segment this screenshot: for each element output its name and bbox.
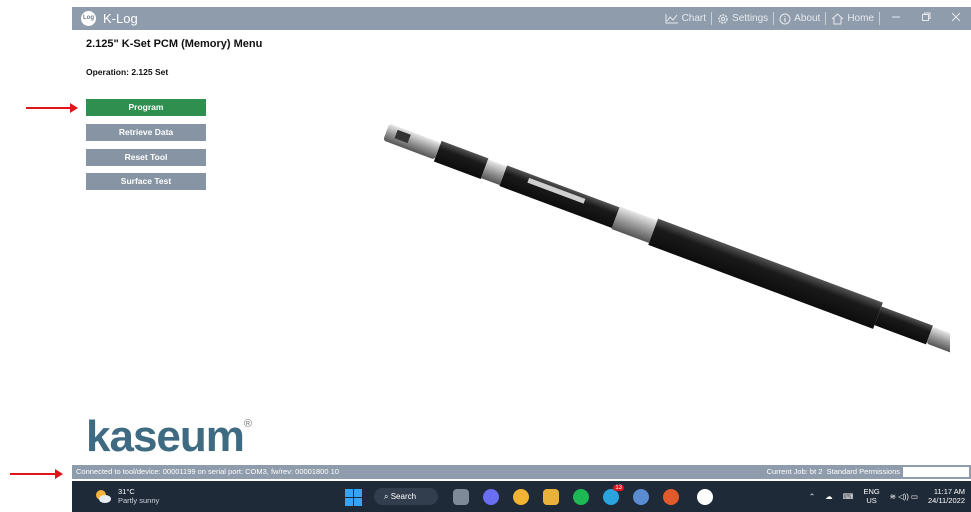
clock-time: 11:17 AM [933,487,965,496]
klog-app-icon[interactable] [697,489,713,505]
start-button[interactable] [345,489,362,506]
telegram-badge: 13 [613,485,624,491]
weather-temp: 31°C [118,487,135,496]
weather-widget[interactable]: 31°C Partly sunny [94,487,159,505]
reset-tool-button[interactable]: Reset Tool [86,149,206,166]
clock-date: 24/11/2022 [928,496,965,505]
toolbar-home[interactable]: Home [827,12,878,25]
toolbar-settings-label: Settings [732,13,769,24]
toolbar: Chart Settings About Home [661,7,971,30]
status-bar: Connected to tool/device: 00001199 on se… [72,465,971,479]
toolbar-home-label: Home [847,13,874,24]
app-logo-icon: Log [81,11,96,26]
surface-test-button[interactable]: Surface Test [86,173,206,190]
keyboard-icon[interactable]: ⌨ [843,492,854,501]
app-title: K-Log [103,11,138,26]
annotation-arrow-icon [26,103,78,113]
chevron-up-icon[interactable]: ⌃ [809,492,815,501]
powerpoint-icon[interactable] [663,489,679,505]
status-field [903,467,969,477]
toolbar-settings[interactable]: Settings [713,13,772,25]
close-icon [951,12,961,22]
windows-icon [345,489,362,506]
retrieve-data-button[interactable]: Retrieve Data [86,124,206,141]
toolbar-about[interactable]: About [775,13,824,25]
kaseum-logo: kaseum® [86,412,252,462]
gear-icon [718,13,728,24]
cloud-icon[interactable]: ☁ [825,492,833,501]
lang-top: ENG [863,487,880,496]
search-label: Search [390,492,417,501]
toolbar-about-label: About [794,13,821,24]
chart-icon [665,14,678,24]
operation-label: Operation: 2.125 Set [86,67,169,77]
clock[interactable]: 11:17 AM 24/11/2022 [928,487,965,505]
taskbar: 31°C Partly sunny ⌕ Search 13 ⌃ ☁ ⌨ ENG … [72,481,971,512]
wifi-volume-battery-icon[interactable]: ≋ ◁)) ▭ [890,492,918,501]
home-icon [831,12,844,24]
current-job: Current Job: bt 2 [766,467,823,476]
system-tray: ⌃ ☁ ⌨ ENG US ≋ ◁)) ▭ 11:17 AM 24/11/2022 [809,487,965,505]
lang-bottom: US [866,496,877,505]
toolbar-separator [825,12,827,25]
toolbar-separator [879,12,880,25]
restore-icon [922,12,931,21]
connection-status: Connected to tool/device: 00001199 on se… [76,467,339,476]
weather-desc: Partly sunny [118,496,160,505]
tool-image [383,124,950,355]
minimize-button[interactable] [881,12,911,25]
telegram-icon[interactable]: 13 [603,485,624,505]
permissions-status: Standard Permissions [826,467,900,476]
minimize-icon [892,16,900,18]
job-status: Current Job: bt 2 Standard Permissions [767,467,900,476]
toolbar-separator [711,12,713,25]
file-explorer-icon[interactable] [543,489,559,505]
toolbar-separator [773,12,775,25]
settings-app-icon[interactable] [633,489,649,505]
title-bar: Log K-Log Chart Settings About Home [72,7,971,30]
chrome-icon[interactable] [513,489,529,505]
language-indicator[interactable]: ENG US [863,487,879,505]
page-title: 2.125" K-Set PCM (Memory) Menu [86,38,263,50]
annotation-arrow-icon [10,469,63,479]
toolbar-chart-label: Chart [681,13,707,24]
search-icon: ⌕ [384,492,389,501]
chat-icon[interactable] [483,489,499,505]
brand-name: kaseum [86,412,245,461]
toolbar-chart[interactable]: Chart [661,13,710,24]
spotify-icon[interactable] [573,489,589,505]
info-icon [779,13,791,24]
task-view-icon[interactable] [453,489,469,505]
restore-button[interactable] [911,12,941,25]
partly-sunny-icon [96,490,111,503]
close-button[interactable] [941,12,971,25]
search-button[interactable]: ⌕ Search [374,488,438,505]
program-button[interactable]: Program [86,99,206,116]
registered-mark: ® [243,418,252,430]
